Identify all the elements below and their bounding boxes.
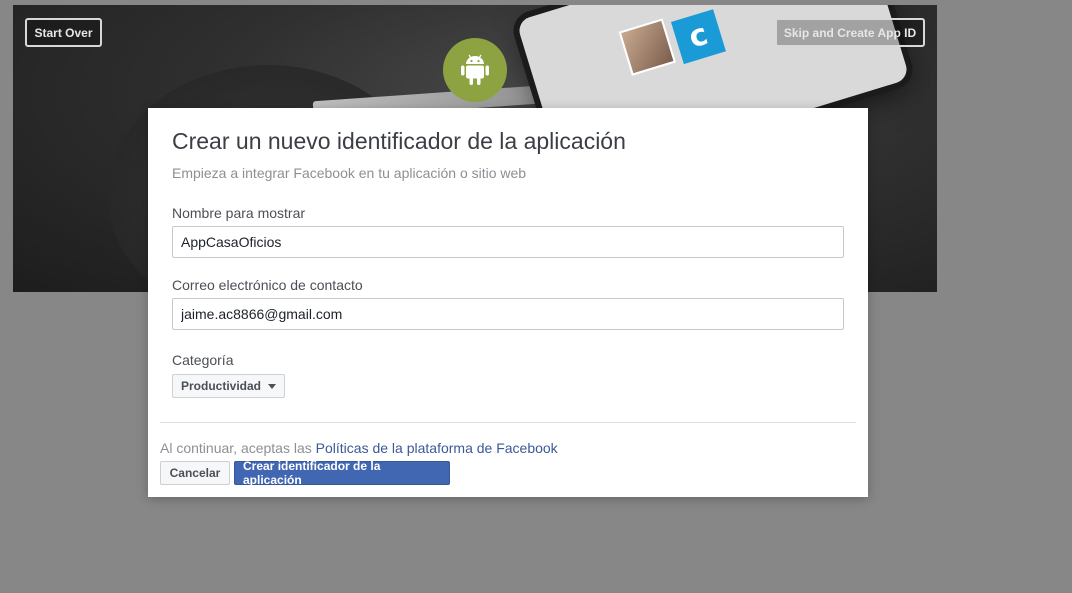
display-name-label: Nombre para mostrar	[172, 205, 306, 221]
display-name-input[interactable]	[172, 226, 844, 258]
chevron-down-icon	[268, 384, 277, 389]
create-app-id-button[interactable]: Crear identificador de la aplicación	[234, 459, 450, 487]
divider	[160, 422, 856, 423]
contact-email-label: Correo electrónico de contacto	[172, 277, 363, 293]
dialog-title: Crear un nuevo identificador de la aplic…	[172, 128, 626, 154]
cancel-button[interactable]: Cancelar	[160, 461, 230, 485]
create-app-id-dialog: Crear un nuevo identificador de la aplic…	[148, 108, 868, 497]
category-label: Categoría	[172, 352, 234, 368]
platform-policy-link[interactable]: Políticas de la plataforma de Facebook	[316, 440, 558, 456]
page: c Start Over Skip and Create App ID Crea…	[0, 0, 1072, 593]
policy-prefix: Al continuar, aceptas las	[160, 440, 312, 456]
app-logo-tile: c	[670, 9, 726, 65]
category-dropdown[interactable]: Productividad	[172, 374, 286, 398]
policy-notice: Al continuar, aceptas las Políticas de l…	[160, 440, 558, 456]
start-over-button[interactable]: Start Over	[25, 18, 102, 47]
dialog-subtitle: Empieza a integrar Facebook en tu aplica…	[172, 165, 527, 181]
category-value: Productividad	[181, 379, 262, 393]
profile-photo-image	[618, 18, 676, 76]
skip-create-app-id-button[interactable]: Skip and Create App ID	[775, 18, 925, 47]
android-icon	[443, 38, 507, 102]
contact-email-input[interactable]	[172, 298, 844, 330]
